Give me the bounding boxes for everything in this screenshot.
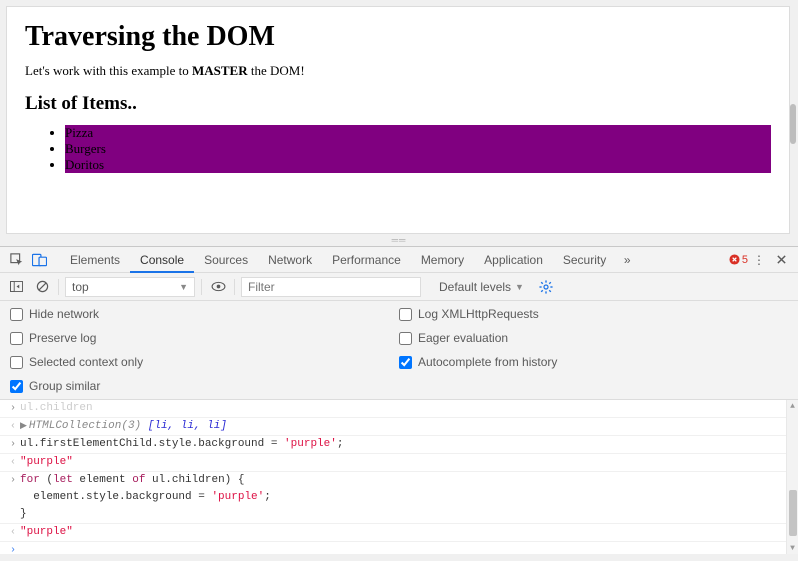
scroll-down-icon[interactable]: ▼ (787, 542, 798, 554)
clear-console-icon[interactable] (32, 277, 52, 297)
more-tabs-icon[interactable]: » (616, 249, 638, 271)
list-heading: List of Items.. (25, 93, 771, 115)
gear-icon[interactable] (536, 277, 556, 297)
tab-performance[interactable]: Performance (322, 247, 411, 273)
intro-text: Let's work with this example to MASTER t… (25, 63, 771, 79)
console-settings-panel: Hide network Preserve log Selected conte… (0, 301, 798, 400)
scroll-thumb[interactable] (790, 104, 796, 144)
checkbox-preserve-log[interactable]: Preserve log (10, 331, 399, 345)
checkbox-group-similar[interactable]: Group similar (10, 379, 399, 393)
page-scrollbar[interactable] (790, 6, 796, 242)
tab-console[interactable]: Console (130, 247, 194, 273)
tab-elements[interactable]: Elements (60, 247, 130, 273)
console-row: › ul.firstElementChild.style.background … (0, 436, 798, 454)
console-row: ‹ "purple" (0, 454, 798, 472)
context-selector[interactable]: top▼ (65, 277, 195, 297)
console-sidebar-toggle-icon[interactable] (6, 277, 26, 297)
checkbox-eager-eval[interactable]: Eager evaluation (399, 331, 788, 345)
filter-input[interactable] (241, 277, 421, 297)
console-row: › ul.children (0, 400, 798, 418)
inspect-element-icon[interactable] (6, 249, 28, 271)
error-count-badge[interactable]: 5 (729, 254, 748, 266)
console-toolbar: top▼ Default levels▼ (0, 273, 798, 301)
kebab-menu-icon[interactable]: ⋮ (748, 249, 770, 271)
console-row: } (0, 506, 798, 524)
checkbox-log-xhr[interactable]: Log XMLHttpRequests (399, 307, 788, 321)
scroll-thumb[interactable] (789, 490, 797, 536)
console-row: › for (let element of ul.children) { (0, 472, 798, 489)
tab-security[interactable]: Security (553, 247, 616, 273)
console-row: ‹ ▶HTMLCollection(3) [li, li, li] (0, 418, 798, 436)
tab-network[interactable]: Network (258, 247, 322, 273)
devtools-tabbar: Elements Console Sources Network Perform… (0, 247, 798, 273)
list-item: Burgers (65, 141, 771, 157)
console-row: element.style.background = 'purple'; (0, 489, 798, 506)
live-expression-icon[interactable] (208, 277, 228, 297)
console-row: ‹ "purple" (0, 524, 798, 542)
expand-triangle-icon[interactable]: ▶ (20, 419, 27, 434)
scroll-up-icon[interactable]: ▲ (787, 400, 798, 412)
devtools-resize-handle[interactable]: ══ (0, 234, 798, 246)
log-levels-dropdown[interactable]: Default levels▼ (439, 280, 524, 294)
console-scrollbar[interactable]: ▲ ▼ (786, 400, 798, 554)
items-list: Pizza Burgers Doritos (25, 125, 771, 173)
checkbox-selected-context[interactable]: Selected context only (10, 355, 399, 369)
devtools-panel: Elements Console Sources Network Perform… (0, 246, 798, 554)
checkbox-autocomplete[interactable]: Autocomplete from history (399, 355, 788, 369)
close-icon[interactable] (770, 249, 792, 271)
chevron-down-icon: ▼ (515, 282, 524, 292)
rendered-page: Traversing the DOM Let's work with this … (6, 6, 790, 234)
chevron-down-icon: ▼ (179, 282, 188, 292)
tab-sources[interactable]: Sources (194, 247, 258, 273)
device-toolbar-icon[interactable] (28, 249, 50, 271)
checkbox-hide-network[interactable]: Hide network (10, 307, 399, 321)
console-prompt[interactable]: › (0, 542, 798, 559)
console-output: › ul.children ‹ ▶HTMLCollection(3) [li, … (0, 400, 798, 554)
list-item: Pizza (65, 125, 771, 141)
tab-memory[interactable]: Memory (411, 247, 474, 273)
tab-application[interactable]: Application (474, 247, 553, 273)
page-title: Traversing the DOM (25, 21, 771, 53)
list-item: Doritos (65, 157, 771, 173)
